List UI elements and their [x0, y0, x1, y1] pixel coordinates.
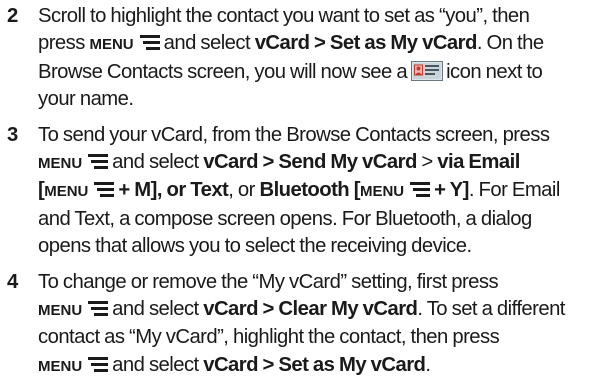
step-text: .: [425, 353, 431, 376]
step-bold-text: vCard > Clear My vCard: [203, 298, 418, 321]
step-text: and select: [112, 298, 199, 321]
step-text: opens that allows you to select the rece…: [38, 235, 472, 258]
step-text: Scroll to highlight the contact you want…: [38, 5, 530, 27]
step-bold-text: + M]: [118, 179, 157, 202]
step-text: your name.: [38, 88, 134, 111]
menu-icon: [92, 181, 116, 198]
step-line: press MENU and select vCard > Set as My v…: [38, 30, 594, 58]
step-bold-text: vCard > Set as My vCard: [203, 353, 426, 376]
step-line: Browse Contacts screen, you will now see…: [38, 59, 594, 86]
step-line: your name.: [38, 86, 594, 113]
step-text: . On the: [476, 32, 544, 55]
step-line: Scroll to highlight the contact you want…: [38, 3, 594, 30]
menu-key-label: MENU: [38, 302, 83, 320]
step-bold-text: + Y]: [434, 179, 469, 202]
menu-icon: [138, 34, 162, 51]
step-3: 3 To send your vCard, from the Browse Co…: [0, 122, 594, 261]
step-text: . To set a different: [417, 298, 565, 321]
step-text: and select: [112, 151, 199, 174]
step-bold-text: vCard > Send My vCard: [203, 151, 417, 174]
step-text: contact as “My vCard”, highlight the con…: [38, 326, 500, 349]
step-line: MENU and select vCard > Set as My vCard.: [38, 352, 594, 380]
menu-key-label: MENU: [89, 36, 134, 54]
step-number: 3: [7, 123, 18, 146]
step-text: , or: [156, 179, 191, 202]
step-bold-text: vCard > Set as My vCard: [254, 32, 478, 55]
step-line: To change or remove the “My vCard” setti…: [38, 269, 594, 296]
step-text: To change or remove the “My vCard” setti…: [38, 270, 499, 293]
step-text: Browse Contacts screen, you will now see…: [38, 60, 408, 83]
step-text: and Text, a compose screen opens. For Bl…: [38, 207, 532, 230]
menu-icon: [86, 153, 110, 170]
step-text: and select: [163, 32, 251, 55]
step-number: 4: [7, 270, 18, 293]
step-text: icon next to: [446, 60, 543, 83]
step-text: and select: [112, 353, 199, 376]
step-bold-text: via Email: [437, 151, 520, 174]
menu-key-label: MENU: [44, 183, 89, 201]
step-bold-text: Text: [190, 179, 229, 202]
menu-icon: [408, 181, 432, 198]
step-line: contact as “My vCard”, highlight the con…: [38, 324, 594, 351]
step-line: [MENU + M], or Text, or Bluetooth [MENU + …: [38, 177, 594, 205]
menu-icon: [86, 300, 110, 317]
step-line: and Text, a compose screen opens. For Bl…: [38, 206, 594, 233]
step-text: . For Email: [468, 179, 561, 202]
menu-key-label: MENU: [38, 155, 83, 173]
step-line: To send your vCard, from the Browse Cont…: [38, 122, 594, 149]
step-text: To send your vCard, from the Browse Cont…: [38, 123, 550, 146]
step-bold-text: Bluetooth: [259, 179, 350, 202]
step-line: MENU and select vCard > Send My vCard > v…: [38, 149, 594, 177]
step-line: opens that allows you to select the rece…: [38, 233, 594, 260]
menu-icon: [86, 356, 110, 373]
step-line: MENU and select vCard > Clear My vCard. T…: [38, 296, 594, 324]
step-text: [: [349, 179, 361, 202]
step-number: 2: [7, 5, 18, 27]
step-text: press: [38, 32, 85, 55]
step-text: , or: [228, 179, 260, 202]
menu-key-label: MENU: [38, 357, 83, 375]
step-text: >: [421, 151, 438, 174]
vcard-icon: [411, 60, 444, 81]
menu-key-label: MENU: [359, 183, 405, 201]
instruction-steps: 2 Scroll to highlight the contact you wa…: [0, 0, 594, 380]
step-4: 4 To change or remove the “My vCard” set…: [0, 269, 594, 380]
step-2: 2 Scroll to highlight the contact you wa…: [0, 3, 594, 114]
